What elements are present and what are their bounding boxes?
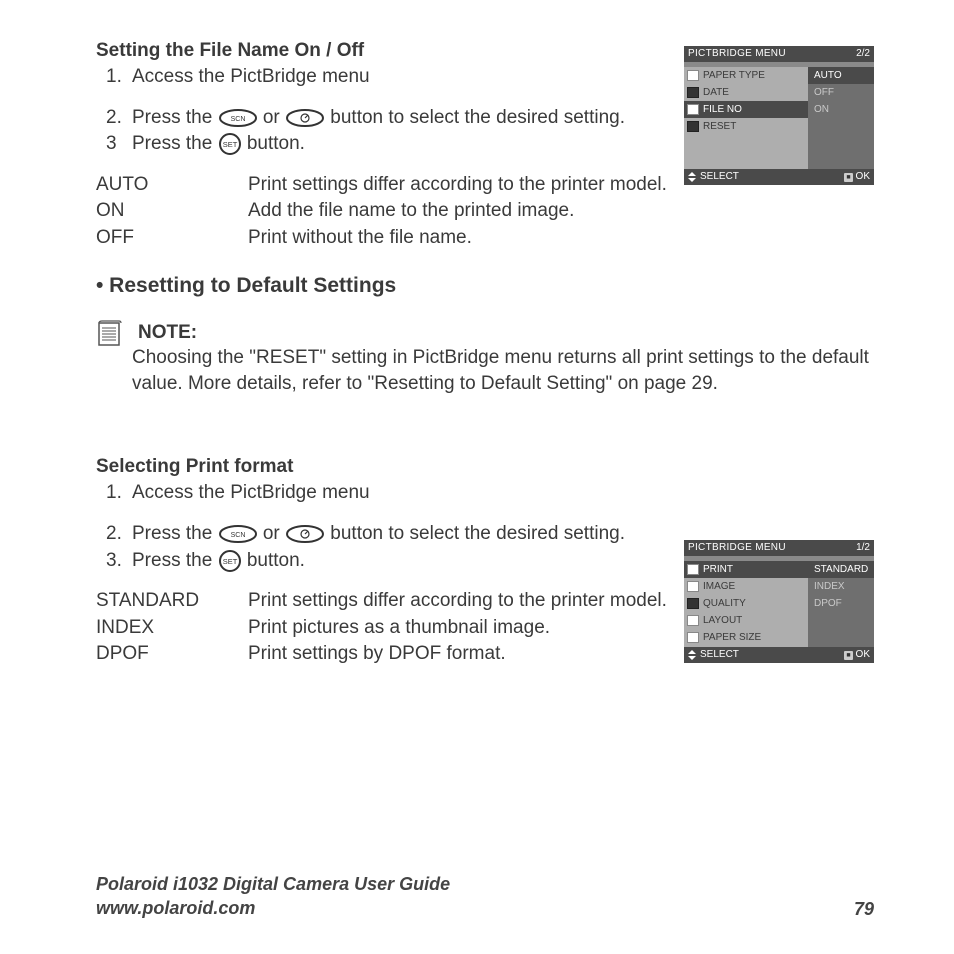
menu-ok-label: OK <box>856 171 870 182</box>
note-icon <box>96 320 122 397</box>
step2-2: 2. Press the SCN or <box>132 521 636 548</box>
def-on: ON Add the file name to the printed imag… <box>96 198 874 225</box>
menu-item-paper-size: PAPER SIZE <box>684 629 808 646</box>
page: Setting the File Name On / Off 1. Access… <box>0 0 954 954</box>
page-number: 79 <box>854 899 874 920</box>
menu-item-layout: LAYOUT <box>684 612 808 629</box>
footer-url: www.polaroid.com <box>96 897 450 920</box>
ok-badge-icon: ■ <box>844 651 852 660</box>
section-print-format: Selecting Print format 1. Access the Pic… <box>96 456 636 574</box>
menu-page: 2/2 <box>856 49 870 59</box>
pictbridge-menu-1: PICTBRIDGE MENU 1/2 PRINT IMAGE QUALITY … <box>684 540 874 663</box>
timer-button-icon <box>285 524 325 544</box>
step2-1: 1. Access the PictBridge menu <box>132 480 636 507</box>
scn-button-icon: SCN <box>218 524 258 544</box>
menu-value-on: ON <box>808 101 874 118</box>
def-off: OFF Print without the file name. <box>96 225 874 252</box>
menu-ok-label: OK <box>856 649 870 660</box>
svg-text:SET: SET <box>222 557 237 566</box>
section-file-name: Setting the File Name On / Off 1. Access… <box>96 40 636 158</box>
menu-select-label: SELECT <box>700 172 739 182</box>
step-2: 2. Press the SCN or <box>132 105 636 132</box>
note-body: Choosing the "RESET" setting in PictBrid… <box>132 347 869 394</box>
menu-select-label: SELECT <box>700 650 739 660</box>
note-block: NOTE: Choosing the "RESET" setting in Pi… <box>96 320 874 397</box>
set-button-icon: SET <box>218 132 242 156</box>
menu-item-reset: RESET <box>684 118 808 135</box>
menu-title: PICTBRIDGE MENU <box>688 49 856 59</box>
menu-value-auto: AUTO <box>808 67 874 84</box>
ok-badge-icon: ■ <box>844 173 852 182</box>
menu-item-quality: QUALITY <box>684 595 808 612</box>
page-footer: Polaroid i1032 Digital Camera User Guide… <box>96 873 874 920</box>
note-label: NOTE: <box>138 322 197 343</box>
menu-item-file-no: FILE NO <box>684 101 808 118</box>
menu-page: 1/2 <box>856 543 870 553</box>
step2-3: 3. Press the SET button. <box>132 548 636 575</box>
svg-text:SCN: SCN <box>230 532 245 539</box>
menu-value-off: OFF <box>808 84 874 101</box>
menu-item-paper-type: PAPER TYPE <box>684 67 808 84</box>
heading-print-format: Selecting Print format <box>96 456 636 478</box>
menu-item-date: DATE <box>684 84 808 101</box>
menu-title: PICTBRIDGE MENU <box>688 543 856 553</box>
svg-text:SET: SET <box>222 140 237 149</box>
set-button-icon: SET <box>218 549 242 573</box>
updown-arrow-icon <box>688 172 696 182</box>
heading-reset: • Resetting to Default Settings <box>96 274 874 298</box>
timer-button-icon <box>285 108 325 128</box>
svg-text:SCN: SCN <box>230 116 245 123</box>
step-3: 3 Press the SET button. <box>132 131 636 158</box>
menu-value-index: INDEX <box>808 578 874 595</box>
menu-value-dpof: DPOF <box>808 595 874 612</box>
heading-file-name: Setting the File Name On / Off <box>96 40 636 62</box>
step-1: 1. Access the PictBridge menu <box>132 64 636 91</box>
pictbridge-menu-2: PICTBRIDGE MENU 2/2 PAPER TYPE DATE FILE… <box>684 46 874 185</box>
menu-item-print: PRINT <box>684 561 808 578</box>
footer-title: Polaroid i1032 Digital Camera User Guide <box>96 873 450 896</box>
menu-item-image: IMAGE <box>684 578 808 595</box>
scn-button-icon: SCN <box>218 108 258 128</box>
menu-value-standard: STANDARD <box>808 561 874 578</box>
updown-arrow-icon <box>688 650 696 660</box>
